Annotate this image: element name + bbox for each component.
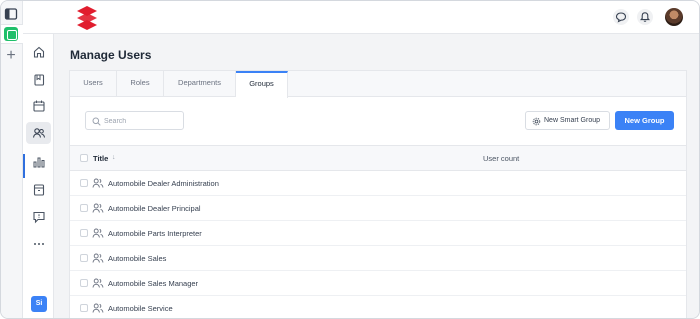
left-nav: Si bbox=[23, 34, 54, 318]
table-row[interactable]: Automobile Dealer Principal bbox=[70, 196, 686, 221]
new-smart-group-label: New Smart Group bbox=[544, 117, 601, 124]
tab-users[interactable]: Users bbox=[70, 71, 117, 97]
tab-departments[interactable]: Departments bbox=[164, 71, 236, 97]
row-checkbox[interactable] bbox=[80, 179, 88, 187]
app-switcher-icon[interactable] bbox=[4, 27, 18, 41]
page-title: Manage Users bbox=[70, 48, 152, 62]
nav-bar-chart-icon[interactable] bbox=[29, 152, 49, 172]
new-group-button[interactable]: New Group bbox=[615, 111, 674, 130]
group-icon bbox=[92, 253, 104, 263]
table-row[interactable]: Automobile Sales Manager bbox=[70, 271, 686, 296]
table-row[interactable]: Automobile Service bbox=[70, 296, 686, 318]
group-icon bbox=[92, 203, 104, 213]
new-smart-group-button[interactable]: New Smart Group bbox=[525, 111, 610, 130]
nav-archive-icon[interactable] bbox=[29, 180, 49, 200]
bell-icon[interactable] bbox=[637, 9, 653, 25]
group-name[interactable]: Automobile Parts Interpreter bbox=[108, 229, 202, 238]
app-window: + Si Manage Users Users Roles Department… bbox=[0, 0, 700, 319]
group-icon bbox=[92, 303, 104, 313]
app-rail: + bbox=[1, 1, 23, 318]
nav-more-icon[interactable] bbox=[29, 234, 49, 254]
row-checkbox[interactable] bbox=[80, 204, 88, 212]
search-box bbox=[85, 111, 184, 130]
gear-icon bbox=[532, 117, 541, 126]
select-all-checkbox[interactable] bbox=[80, 154, 88, 162]
table-row[interactable]: Automobile Parts Interpreter bbox=[70, 221, 686, 246]
nav-book-icon[interactable] bbox=[29, 70, 49, 90]
search-input[interactable] bbox=[104, 115, 180, 127]
group-name[interactable]: Automobile Sales Manager bbox=[108, 279, 198, 288]
group-icon bbox=[92, 178, 104, 188]
groups-panel: Users Roles Departments Groups New Smart… bbox=[69, 70, 687, 318]
user-avatar[interactable] bbox=[665, 8, 683, 26]
current-user-badge[interactable]: Si bbox=[31, 296, 47, 312]
add-app-icon[interactable]: + bbox=[4, 48, 18, 64]
nav-users-icon[interactable] bbox=[26, 122, 51, 144]
main-content: Manage Users Users Roles Departments Gro… bbox=[54, 34, 699, 318]
sidebar-toggle-icon[interactable] bbox=[4, 7, 18, 21]
nav-home-icon[interactable] bbox=[29, 42, 49, 62]
group-name[interactable]: Automobile Dealer Administration bbox=[108, 179, 219, 188]
row-checkbox[interactable] bbox=[80, 304, 88, 312]
table-row[interactable]: Automobile Dealer Administration bbox=[70, 171, 686, 196]
row-checkbox[interactable] bbox=[80, 229, 88, 237]
table-row[interactable]: Automobile Sales bbox=[70, 246, 686, 271]
column-user-count[interactable]: User count bbox=[483, 154, 519, 163]
nav-message-icon[interactable] bbox=[29, 207, 49, 227]
group-name[interactable]: Automobile Dealer Principal bbox=[108, 204, 201, 213]
top-header bbox=[23, 1, 699, 34]
search-icon bbox=[92, 117, 101, 126]
table-header: Title ↓ User count bbox=[70, 145, 686, 171]
row-checkbox[interactable] bbox=[80, 254, 88, 262]
column-title[interactable]: Title bbox=[93, 154, 108, 163]
row-checkbox[interactable] bbox=[80, 279, 88, 287]
suzuki-logo[interactable] bbox=[73, 5, 101, 31]
nav-calendar-icon[interactable] bbox=[29, 96, 49, 116]
chat-bubble-icon[interactable] bbox=[613, 9, 629, 25]
sort-arrow-icon[interactable]: ↓ bbox=[112, 154, 116, 161]
tab-bar: Users Roles Departments Groups bbox=[70, 71, 686, 98]
tab-groups[interactable]: Groups bbox=[236, 71, 288, 98]
group-icon bbox=[92, 228, 104, 238]
tab-roles[interactable]: Roles bbox=[117, 71, 164, 97]
group-name[interactable]: Automobile Service bbox=[108, 304, 173, 313]
group-name[interactable]: Automobile Sales bbox=[108, 254, 166, 263]
group-icon bbox=[92, 278, 104, 288]
nav-active-indicator bbox=[23, 154, 25, 178]
